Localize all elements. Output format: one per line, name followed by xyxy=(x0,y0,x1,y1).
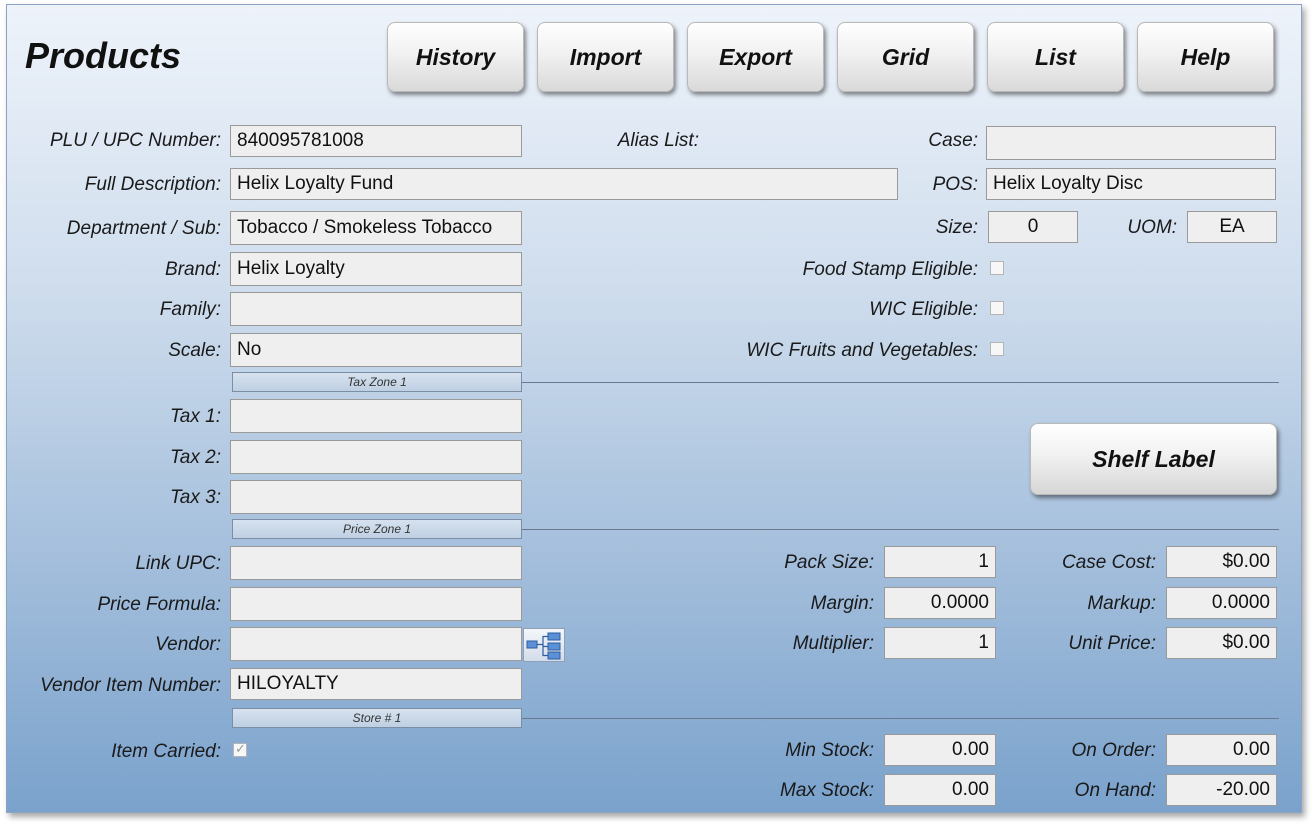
min-stock-label: Min Stock: xyxy=(785,740,874,761)
plu-input[interactable]: 840095781008 xyxy=(230,125,522,157)
hierarchy-icon xyxy=(526,632,561,660)
wic-fruits-label: WIC Fruits and Vegetables: xyxy=(746,340,978,361)
vendor-item-number-label: Vendor Item Number: xyxy=(40,675,221,696)
help-button[interactable]: Help xyxy=(1137,22,1274,92)
pack-size-input[interactable]: 1 xyxy=(884,546,996,578)
price-formula-label: Price Formula: xyxy=(97,594,221,615)
pack-size-label: Pack Size: xyxy=(784,552,874,573)
price-zone-divider xyxy=(522,529,1279,530)
scale-input[interactable]: No xyxy=(230,333,522,367)
markup-label: Markup: xyxy=(1087,593,1156,614)
shelf-label-button[interactable]: Shelf Label xyxy=(1030,423,1277,495)
history-button[interactable]: History xyxy=(387,22,524,92)
price-formula-input[interactable] xyxy=(230,587,522,621)
plu-label: PLU / UPC Number: xyxy=(49,130,221,151)
pos-input[interactable]: Helix Loyalty Disc xyxy=(986,168,1276,200)
export-button[interactable]: Export xyxy=(687,22,824,92)
on-hand-input[interactable]: -20.00 xyxy=(1166,774,1277,806)
item-carried-label: Item Carried: xyxy=(111,741,221,762)
list-button[interactable]: List xyxy=(987,22,1124,92)
department-input[interactable]: Tobacco / Smokeless Tobacco xyxy=(230,211,522,245)
wic-eligible-label: WIC Eligible: xyxy=(869,299,978,320)
family-input[interactable] xyxy=(230,292,522,326)
store-zone-header[interactable]: Store # 1 xyxy=(232,708,522,728)
family-label: Family: xyxy=(159,299,221,320)
brand-label: Brand: xyxy=(165,259,221,280)
food-stamp-checkbox[interactable] xyxy=(990,261,1004,275)
margin-label: Margin: xyxy=(810,593,874,614)
case-label: Case: xyxy=(928,130,978,151)
tax2-input[interactable] xyxy=(230,440,522,474)
page-title: Products xyxy=(25,35,182,76)
import-button[interactable]: Import xyxy=(537,22,674,92)
tax2-label: Tax 2: xyxy=(169,447,221,468)
multiplier-input[interactable]: 1 xyxy=(884,627,996,659)
brand-input[interactable]: Helix Loyalty xyxy=(230,252,522,286)
uom-label: UOM: xyxy=(1127,217,1177,238)
uom-input[interactable]: EA xyxy=(1187,211,1277,243)
link-upc-input[interactable] xyxy=(230,546,522,580)
vendor-lookup-button[interactable] xyxy=(523,628,565,662)
on-order-input[interactable]: 0.00 xyxy=(1166,734,1277,766)
markup-input[interactable]: 0.0000 xyxy=(1166,587,1277,619)
link-upc-label: Link UPC: xyxy=(135,553,221,574)
tax-zone-header[interactable]: Tax Zone 1 xyxy=(232,372,522,392)
max-stock-label: Max Stock: xyxy=(780,780,874,801)
vendor-label: Vendor: xyxy=(155,634,221,655)
min-stock-input[interactable]: 0.00 xyxy=(884,734,996,766)
case-cost-input[interactable]: $0.00 xyxy=(1166,546,1277,578)
case-cost-label: Case Cost: xyxy=(1062,552,1156,573)
on-order-label: On Order: xyxy=(1071,740,1156,761)
price-zone-header[interactable]: Price Zone 1 xyxy=(232,519,522,539)
wic-eligible-checkbox[interactable] xyxy=(990,301,1004,315)
vendor-input[interactable] xyxy=(230,627,522,661)
pos-label: POS: xyxy=(932,174,978,195)
unit-price-label: Unit Price: xyxy=(1068,633,1156,654)
tax1-input[interactable] xyxy=(230,399,522,433)
tax3-input[interactable] xyxy=(230,480,522,514)
wic-fruits-checkbox[interactable] xyxy=(990,342,1004,356)
vendor-item-number-input[interactable]: HILOYALTY xyxy=(230,668,522,700)
unit-price-input[interactable]: $0.00 xyxy=(1166,627,1277,659)
full-description-input[interactable]: Helix Loyalty Fund xyxy=(230,168,898,200)
scale-label: Scale: xyxy=(168,340,221,361)
department-label: Department / Sub: xyxy=(66,218,221,239)
alias-list-label: Alias List: xyxy=(617,130,699,151)
size-input[interactable]: 0 xyxy=(988,211,1078,243)
margin-input[interactable]: 0.0000 xyxy=(884,587,996,619)
tax-zone-divider xyxy=(522,382,1279,383)
food-stamp-label: Food Stamp Eligible: xyxy=(802,259,978,280)
max-stock-input[interactable]: 0.00 xyxy=(884,774,996,806)
multiplier-label: Multiplier: xyxy=(792,633,874,654)
item-carried-checkbox[interactable] xyxy=(233,741,247,757)
full-description-label: Full Description: xyxy=(84,174,221,195)
store-zone-divider xyxy=(522,718,1279,719)
tax1-label: Tax 1: xyxy=(169,406,221,427)
grid-button[interactable]: Grid xyxy=(837,22,974,92)
case-input[interactable] xyxy=(986,126,1276,160)
tax3-label: Tax 3: xyxy=(169,487,221,508)
on-hand-label: On Hand: xyxy=(1074,780,1156,801)
products-window: Products History Import Export Grid List… xyxy=(6,4,1302,813)
size-label: Size: xyxy=(935,217,978,238)
